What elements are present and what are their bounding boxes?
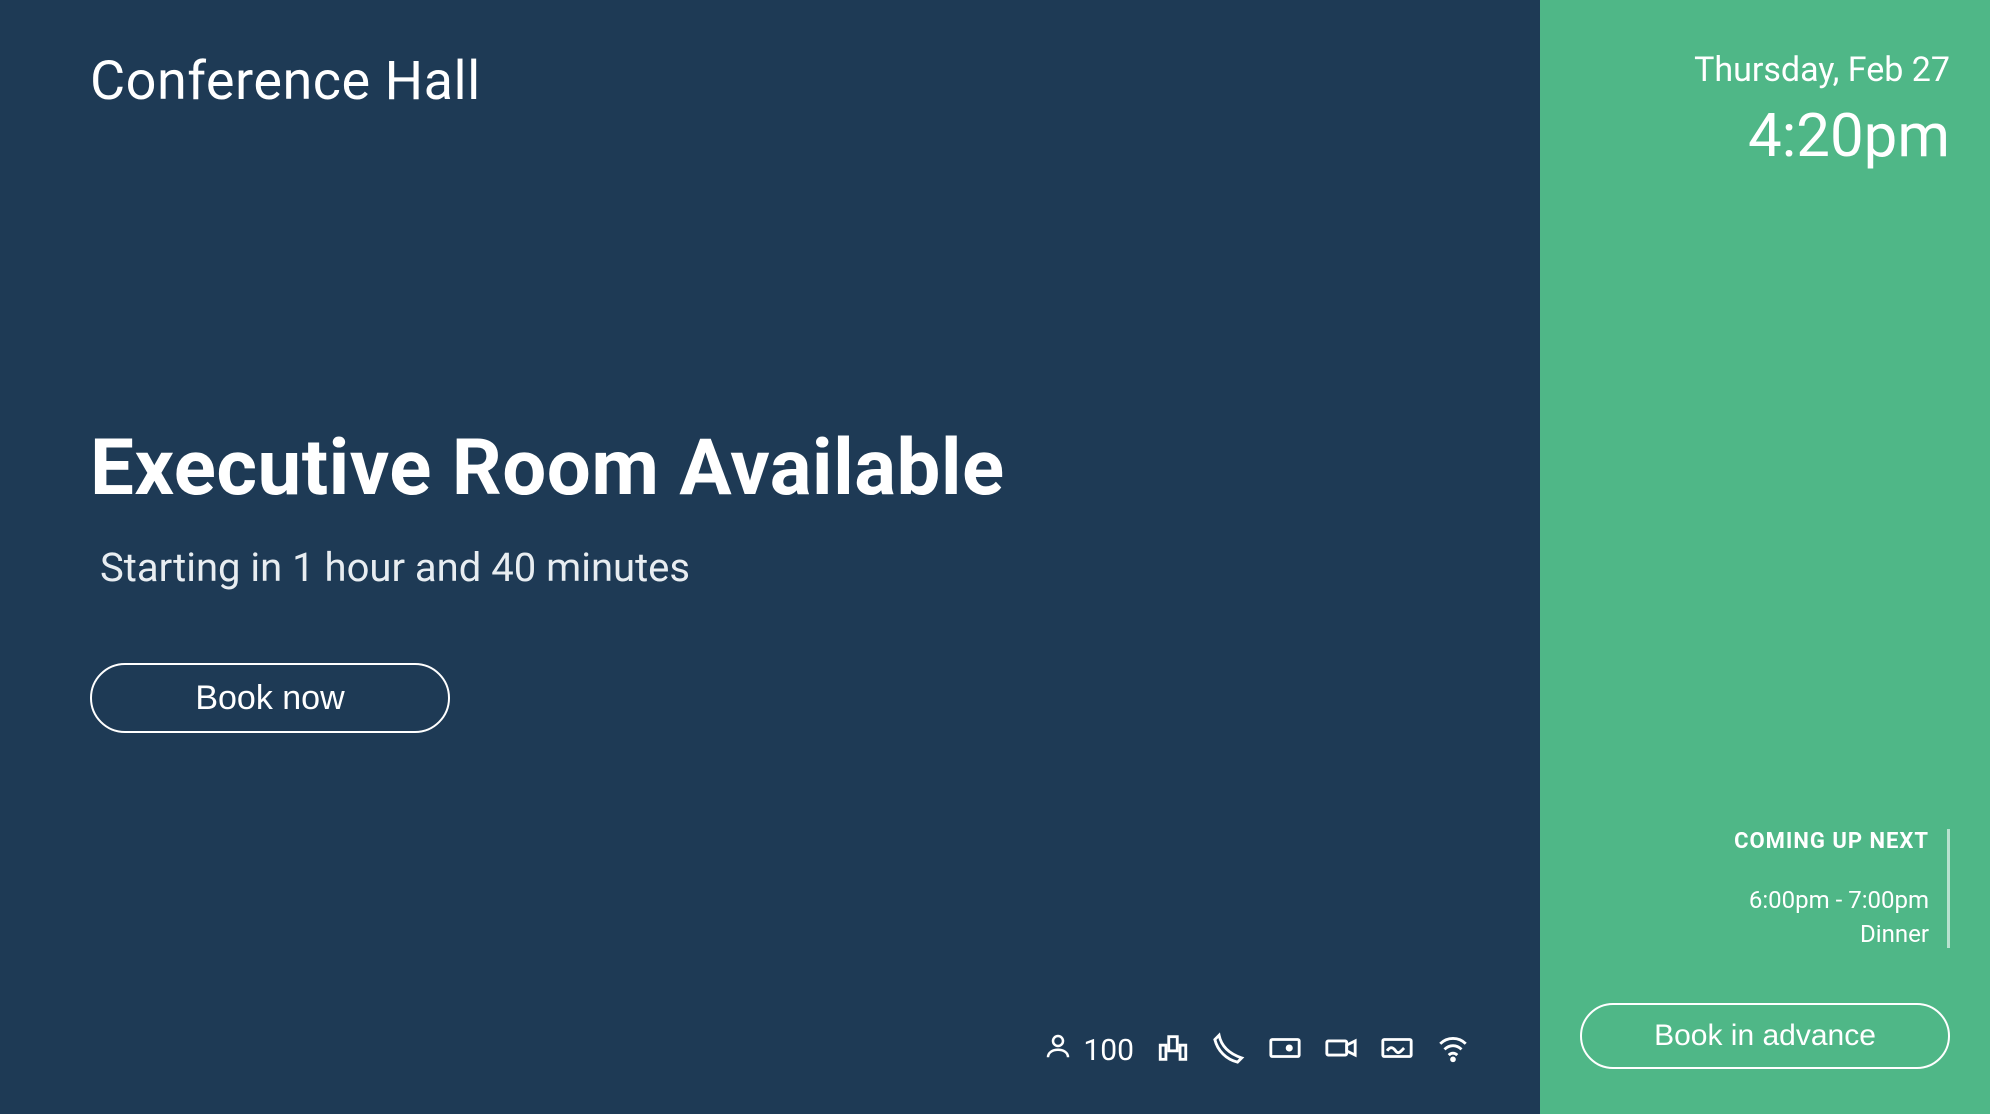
book-in-advance-button[interactable]: Book in advance [1580,1003,1950,1069]
video-camera-icon [1324,1031,1358,1069]
phone-icon [1212,1031,1246,1069]
upnext-title: Dinner [1580,920,1929,948]
capacity-value: 100 [1083,1033,1134,1068]
whiteboard-icon [1380,1031,1414,1069]
capacity: 100 [1043,1031,1134,1069]
status-block: Executive Room Available Starting in 1 h… [90,423,1450,733]
room-display-screen: Conference Hall Executive Room Available… [0,0,1990,1114]
spacer [1580,171,1950,829]
book-now-button[interactable]: Book now [90,663,450,733]
presentation-icon [1156,1031,1190,1069]
upnext-time: 6:00pm - 7:00pm [1580,886,1929,914]
upnext-heading: COMING UP NEXT [1580,829,1929,854]
person-icon [1043,1031,1073,1069]
amenities-bar: 100 [1043,1031,1470,1069]
upnext-block: COMING UP NEXT 6:00pm - 7:00pm Dinner [1580,829,1950,948]
sidebar-panel: Thursday, Feb 27 4:20pm COMING UP NEXT 6… [1540,0,1990,1114]
book-in-advance-label: Book in advance [1654,1019,1876,1053]
projector-icon [1268,1031,1302,1069]
room-name: Conference Hall [90,50,1450,113]
book-now-label: Book now [195,679,344,718]
current-date: Thursday, Feb 27 [1580,50,1950,90]
status-subtitle: Starting in 1 hour and 40 minutes [100,544,1450,591]
wifi-icon [1436,1031,1470,1069]
status-title: Executive Room Available [90,423,1450,514]
datetime-block: Thursday, Feb 27 4:20pm [1580,50,1950,171]
main-panel: Conference Hall Executive Room Available… [0,0,1540,1114]
current-time: 4:20pm [1580,100,1950,171]
